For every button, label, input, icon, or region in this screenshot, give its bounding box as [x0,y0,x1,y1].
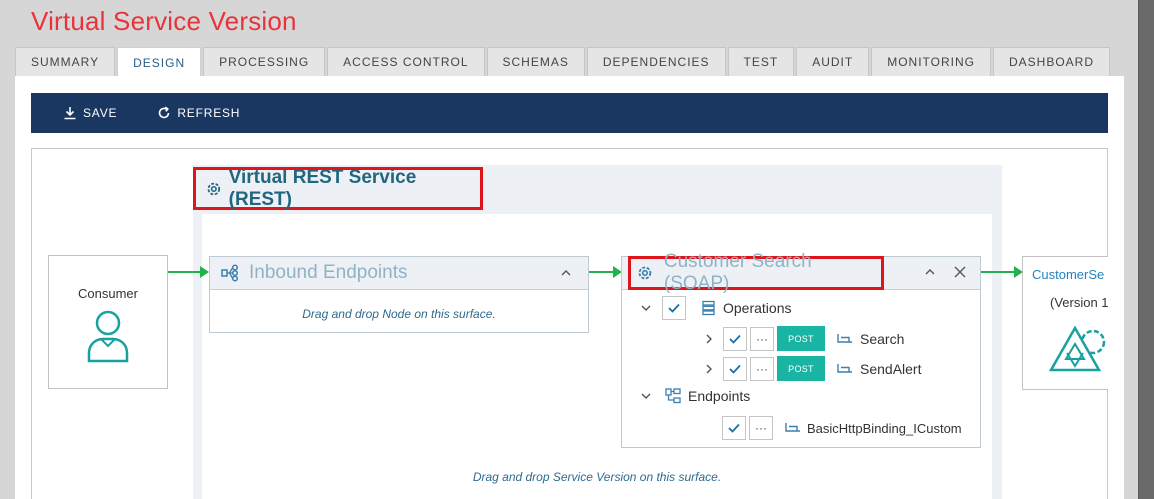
target-service-version: (Version 1 [1050,295,1108,310]
tab-dependencies[interactable]: DEPENDENCIES [586,47,726,76]
target-service-node[interactable]: CustomerSe (Version 1 [1022,256,1108,390]
chevron-up-icon[interactable] [560,267,572,279]
endpoints-label: Endpoints [688,388,751,404]
service-gear-icon [1048,325,1106,372]
operation-icon [837,333,852,343]
chevron-up-icon[interactable] [924,266,936,278]
refresh-icon [159,106,170,119]
service-title-text: Virtual REST Service (REST) [228,166,417,210]
gear-icon [638,266,652,280]
more-button[interactable]: ··· [750,326,774,351]
operation-checkbox[interactable] [723,326,747,351]
inbound-endpoints-title: Inbound Endpoints [249,262,408,283]
refresh-button[interactable]: REFRESH [157,106,240,120]
tab-schemas[interactable]: SCHEMAS [486,47,585,76]
operation-row: ··· POST Search [703,326,904,351]
save-label: SAVE [83,106,118,120]
operations-checkbox[interactable] [662,296,686,320]
operation-checkbox[interactable] [723,356,747,381]
operations-icon [702,300,715,316]
close-icon[interactable] [953,265,967,279]
tab-audit[interactable]: AUDIT [796,47,870,76]
download-icon [64,107,76,120]
endpoint-checkbox[interactable] [722,416,746,440]
user-icon [87,310,129,363]
consumer-node[interactable]: Consumer [48,255,168,389]
tab-design[interactable]: DESIGN [117,47,202,77]
flow-arrow [168,266,209,278]
operation-name: Search [860,330,905,347]
page-title: Virtual Service Version [31,6,297,36]
check-icon [729,364,741,374]
target-service-name: CustomerSe [1032,267,1105,282]
consumer-label: Consumer [78,286,138,301]
operation-name: SendAlert [860,360,922,377]
refresh-label: REFRESH [177,106,241,120]
operations-row: Operations [640,296,791,320]
endpoints-row: Endpoints [640,388,750,404]
check-icon [729,334,741,344]
operation-row: ··· POST SendAlert [703,356,921,381]
endpoint-row: ··· BasicHttpBinding_ICustom [722,416,962,440]
check-icon [668,303,680,313]
flow-arrow [589,266,622,278]
endpoint-icon [785,423,800,432]
tab-monitoring[interactable]: MONITORING [871,47,991,76]
endpoints-icon [665,388,681,404]
network-icon [221,264,239,282]
customer-search-title: Customer Search (SOAP) [628,251,884,294]
operations-label: Operations [723,300,792,316]
method-badge: POST [777,326,825,351]
customer-search-title-text: Customer Search (SOAP) [663,251,812,294]
flow-arrow [981,266,1023,278]
gear-icon [207,182,221,195]
check-icon [728,423,740,433]
more-button[interactable]: ··· [749,416,773,440]
tab-summary[interactable]: SUMMARY [15,47,116,76]
design-toolbar: SAVE REFRESH [31,93,1108,133]
endpoint-name: BasicHttpBinding_ICustom [807,420,962,436]
chevron-down-icon[interactable] [640,302,652,314]
window-scrollbar[interactable] [1138,0,1154,499]
tab-processing[interactable]: PROCESSING [203,47,326,76]
tab-bar: SUMMARY DESIGN PROCESSING ACCESS CONTROL… [15,47,1112,77]
chevron-down-icon[interactable] [640,390,652,402]
inbound-endpoints-header: Inbound Endpoints [210,257,588,290]
chevron-right-icon[interactable] [703,363,715,375]
inbound-endpoints-panel[interactable]: Inbound Endpoints Drag and drop Node on … [209,256,589,333]
inbound-drop-text: Drag and drop Node on this surface. [302,307,496,321]
tab-test[interactable]: TEST [727,47,795,76]
tab-access-control[interactable]: ACCESS CONTROL [327,47,485,76]
service-drop-text: Drag and drop Service Version on this su… [472,470,722,484]
operation-icon [837,363,852,373]
tab-dashboard[interactable]: DASHBOARD [993,47,1111,76]
chevron-right-icon[interactable] [703,333,715,345]
service-title: Virtual REST Service (REST) [193,167,483,210]
method-badge: POST [777,356,825,381]
save-button[interactable]: SAVE [63,106,117,120]
more-button[interactable]: ··· [750,356,774,381]
